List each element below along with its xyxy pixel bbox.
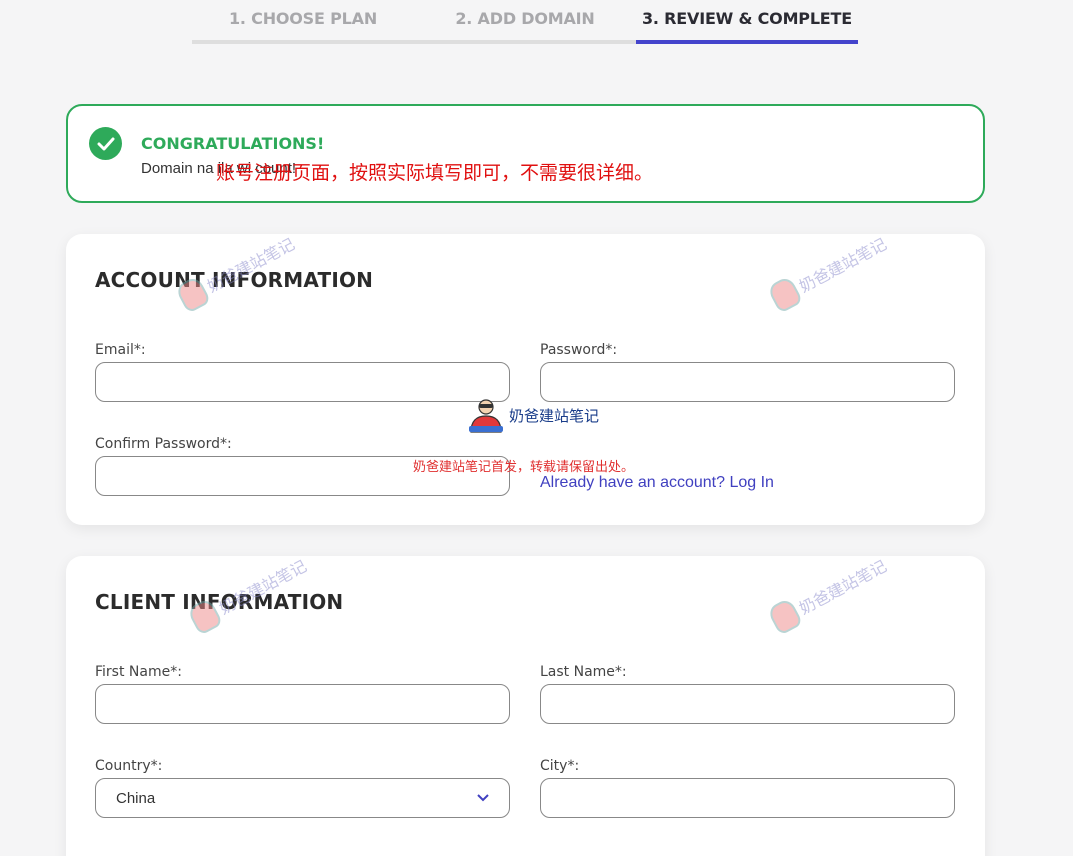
watermark-logo-icon	[766, 597, 804, 636]
step-add-domain[interactable]: 2. ADD DOMAIN	[414, 0, 636, 44]
password-label: Password*:	[540, 342, 618, 358]
annotation-note: 账号注册页面，按照实际填写即可，不需要很详细。	[216, 162, 654, 184]
country-select[interactable]: China	[95, 778, 510, 818]
last-name-label: Last Name*:	[540, 664, 627, 680]
repost-note: 奶爸建站笔记首发，转载请保留出处。	[413, 460, 635, 475]
account-information-card: ACCOUNT INFORMATION 奶爸建站笔记 奶爸建站笔记 Email*…	[66, 234, 985, 525]
watermark: 奶爸建站笔记	[766, 550, 891, 636]
email-input[interactable]	[95, 362, 510, 402]
email-label: Email*:	[95, 342, 146, 358]
login-link[interactable]: Already have an account? Log In	[540, 474, 774, 492]
city-label: City*:	[540, 758, 580, 774]
watermark: 奶爸建站笔记	[766, 228, 891, 314]
city-input[interactable]	[540, 778, 955, 818]
last-name-input[interactable]	[540, 684, 955, 724]
first-name-input[interactable]	[95, 684, 510, 724]
confirm-password-label: Confirm Password*:	[95, 436, 232, 452]
client-information-card: CLIENT INFORMATION 奶爸建站笔记 奶爸建站笔记 First N…	[66, 556, 985, 856]
checkout-steps: 1. CHOOSE PLAN 2. ADD DOMAIN 3. REVIEW &…	[192, 0, 858, 44]
check-circle-icon	[89, 127, 122, 160]
chevron-down-icon	[477, 794, 489, 802]
center-watermark-text: 奶爸建站笔记	[509, 406, 600, 425]
success-banner: CONGRATULATIONS! Domain na ila wi count!…	[66, 104, 985, 203]
watermark-logo-icon	[467, 396, 505, 434]
country-label: Country*:	[95, 758, 163, 774]
client-section-title: CLIENT INFORMATION	[95, 590, 344, 614]
account-section-title: ACCOUNT INFORMATION	[95, 268, 374, 292]
center-watermark: 奶爸建站笔记	[467, 396, 599, 434]
step-review-complete[interactable]: 3. REVIEW & COMPLETE	[636, 0, 858, 44]
watermark-logo-icon	[766, 275, 804, 314]
watermark-text: 奶爸建站笔记	[796, 556, 890, 619]
country-selected-value: China	[116, 789, 156, 807]
step-choose-plan[interactable]: 1. CHOOSE PLAN	[192, 0, 414, 44]
banner-title: CONGRATULATIONS!	[141, 134, 325, 153]
password-input[interactable]	[540, 362, 955, 402]
first-name-label: First Name*:	[95, 664, 182, 680]
watermark-text: 奶爸建站笔记	[796, 234, 890, 297]
